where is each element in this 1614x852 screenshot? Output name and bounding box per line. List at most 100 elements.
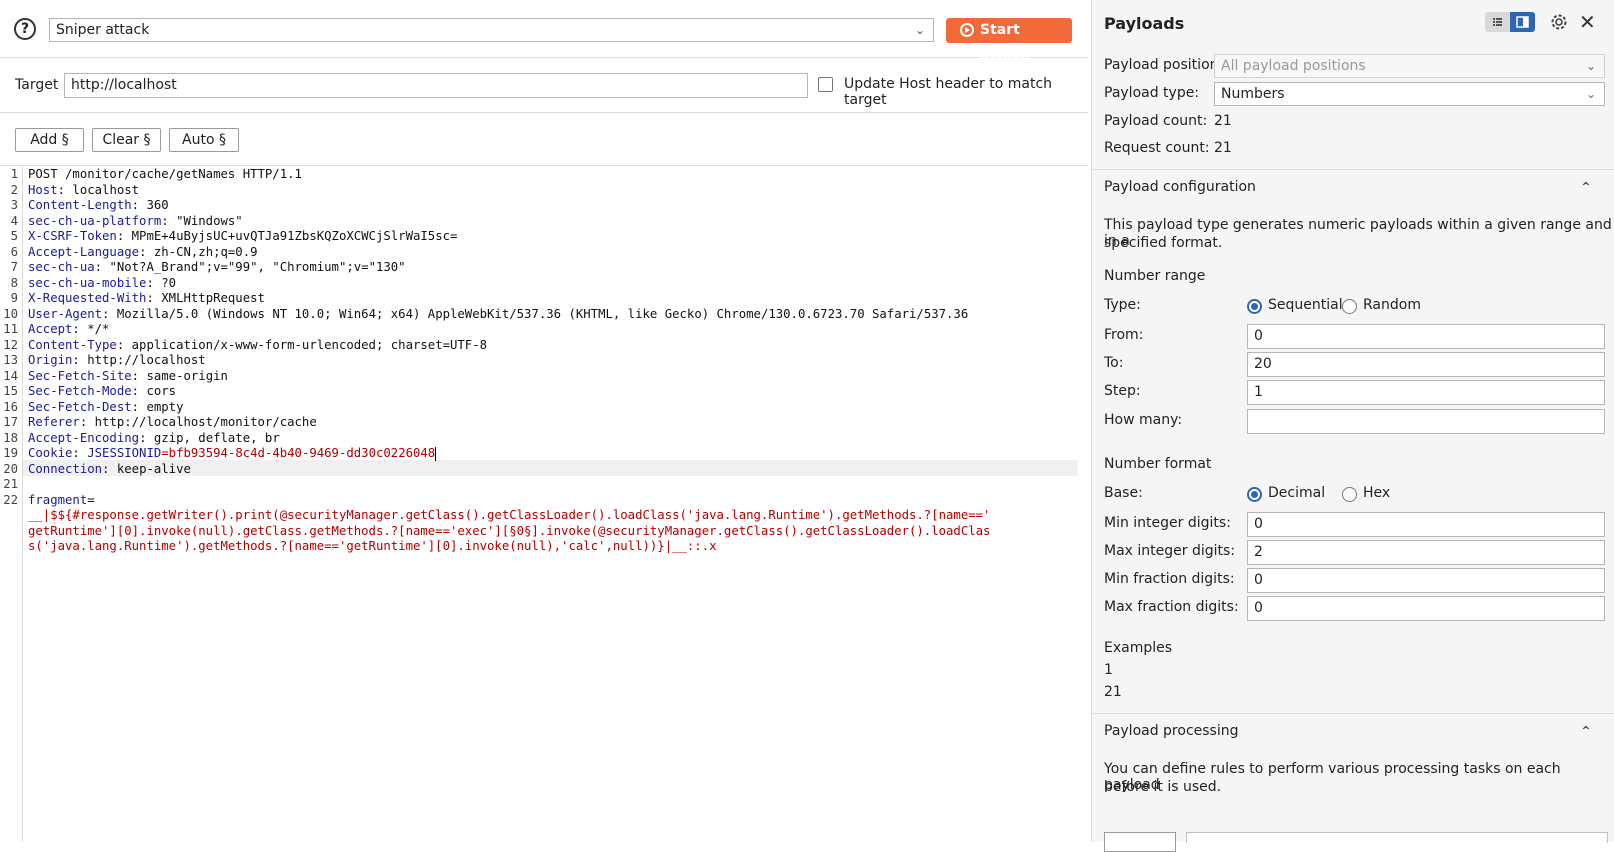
payload-type-label: Payload type: [1104, 85, 1200, 101]
config-description-line2: specified format. [1104, 235, 1223, 251]
layout-toggle[interactable] [1485, 12, 1535, 32]
chevron-down-icon: ⌄ [1585, 59, 1596, 73]
header-name: Sec-Fetch-Site [28, 368, 132, 383]
cookie-value: =bfb93594-8c4d-4b40-9469-dd30c0226048 [161, 446, 436, 460]
step-input[interactable]: 1 [1247, 380, 1605, 405]
request-line: X-CSRF-Token: MPmE+4uByjsUC+uvQTJa91ZbsK… [28, 228, 457, 244]
min-integer-digits-label: Min integer digits: [1104, 515, 1231, 531]
random-radio[interactable] [1342, 299, 1357, 314]
header-name: X-Requested-With [28, 291, 147, 305]
line-number: 8 [10, 275, 18, 290]
max-integer-digits-label: Max integer digits: [1104, 543, 1236, 559]
header-value: : gzip, deflate, br [139, 430, 280, 445]
help-icon[interactable]: ? [14, 18, 36, 40]
header-value: : application/x-www-form-urlencoded; cha… [116, 337, 488, 352]
sequential-label: Sequential [1268, 297, 1343, 313]
header-value: : [72, 446, 88, 460]
request-line: X-Requested-With: XMLHttpRequest [28, 290, 265, 306]
header-name: Sec-Fetch-Mode [28, 384, 132, 398]
header-value: : 360 [131, 198, 169, 212]
update-host-label: Update Host header to match target [844, 76, 1053, 108]
line-number: 12 [3, 337, 18, 352]
line-number: 18 [3, 430, 18, 445]
request-editor[interactable]: 1 POST /monitor/cache/getNames HTTP/1.1 2 H… [0, 166, 1088, 842]
target-label: Target [15, 77, 59, 93]
range-type-label: Type: [1104, 297, 1141, 313]
min-fraction-digits-label: Min fraction digits: [1104, 571, 1235, 587]
min-fraction-digits-input[interactable]: 0 [1247, 568, 1605, 593]
line-number: 7 [10, 260, 18, 274]
header-value: : keep-alive [102, 461, 191, 476]
header-value: : */* [72, 322, 110, 336]
sequential-radio[interactable] [1247, 299, 1262, 314]
from-label: From: [1104, 327, 1144, 343]
how-many-label: How many: [1104, 412, 1183, 428]
payload-position-label: Payload position: [1104, 57, 1224, 73]
header-name: fragment [28, 492, 88, 507]
attack-type-value: Sniper attack [56, 22, 150, 38]
update-host-checkbox[interactable] [818, 77, 833, 92]
max-integer-digits-input[interactable]: 2 [1247, 540, 1605, 565]
chevron-up-icon[interactable]: ⌃ [1580, 180, 1592, 196]
line-number: 4 [10, 213, 18, 228]
layout-split-icon[interactable] [1510, 12, 1535, 32]
payload-position-select[interactable]: All payload positions ⌄ [1214, 54, 1605, 78]
payload-configuration-heading[interactable]: Payload configuration [1104, 179, 1256, 195]
header-value: : ?0 [146, 275, 177, 290]
processing-add-button[interactable] [1104, 832, 1176, 852]
line-number: 1 [10, 167, 18, 181]
layout-list-icon[interactable] [1485, 12, 1510, 32]
header-name: Content-Length [28, 198, 132, 212]
start-attack-button[interactable]: Start attack [946, 18, 1072, 63]
text-cursor [435, 446, 437, 461]
header-value: : http://localhost [72, 353, 206, 367]
number-format-heading: Number format [1104, 456, 1212, 472]
line-number: 19 [3, 446, 18, 460]
header-name: Referer [28, 415, 80, 429]
header-value: : MPmE+4uByjsUC+uvQTJa91ZbsKQZoXCWCjSlrW… [116, 229, 458, 243]
target-input[interactable]: http://localhost [64, 73, 808, 98]
request-line: Accept: */* [28, 321, 109, 337]
payloads-title: Payloads [1104, 14, 1185, 33]
request-line: Referer: http://localhost/monitor/cache [28, 414, 317, 430]
header-name: sec-ch-ua-platform [28, 213, 162, 228]
header-name: X-CSRF-Token [28, 229, 117, 243]
line-number: 22 [3, 492, 18, 507]
line-number: 16 [3, 399, 18, 414]
min-integer-digits-input[interactable]: 0 [1247, 512, 1605, 537]
payload-body-line: __|$${#response.getWriter().print(@secur… [28, 508, 991, 522]
request-line: Sec-Fetch-Dest: empty [28, 399, 183, 415]
line-number: 3 [10, 198, 18, 212]
payload-processing-heading[interactable]: Payload processing [1104, 723, 1239, 739]
attack-toolbar: ? Sniper attack ⌄ Start attack [0, 0, 1088, 63]
attack-type-select[interactable]: Sniper attack ⌄ [49, 18, 934, 42]
header-name: sec-ch-ua-mobile [28, 275, 147, 290]
to-input[interactable]: 20 [1247, 352, 1605, 377]
from-input[interactable]: 0 [1247, 324, 1605, 349]
line-number: 11 [3, 322, 18, 336]
auto-marker-button[interactable]: Auto § [169, 128, 239, 152]
header-value: : zh-CN,zh;q=0.9 [139, 244, 258, 259]
add-marker-button[interactable]: Add § [15, 128, 84, 152]
decimal-radio[interactable] [1247, 487, 1262, 502]
chevron-down-icon: ⌄ [914, 23, 925, 37]
header-name: Host [28, 182, 58, 197]
line-number: 20 [3, 461, 18, 476]
hex-label: Hex [1363, 485, 1391, 501]
processing-rules-table[interactable] [1186, 832, 1608, 843]
request-line: sec-ch-ua-platform: "Windows" [28, 213, 243, 229]
line-number: 21 [3, 477, 18, 491]
max-fraction-digits-input[interactable]: 0 [1247, 596, 1605, 621]
how-many-input[interactable] [1247, 409, 1605, 434]
play-icon [960, 23, 974, 37]
payload-count-value: 21 [1214, 113, 1232, 129]
gear-icon[interactable] [1549, 12, 1569, 32]
header-value: : XMLHttpRequest [146, 291, 265, 305]
close-icon[interactable]: ✕ [1579, 10, 1596, 34]
header-value: = [87, 492, 95, 507]
chevron-up-icon[interactable]: ⌃ [1580, 724, 1592, 740]
clear-marker-button[interactable]: Clear § [92, 128, 161, 152]
hex-radio[interactable] [1342, 487, 1357, 502]
header-value: : http://localhost/monitor/cache [79, 415, 317, 429]
payload-type-select[interactable]: Numbers ⌄ [1214, 82, 1605, 106]
